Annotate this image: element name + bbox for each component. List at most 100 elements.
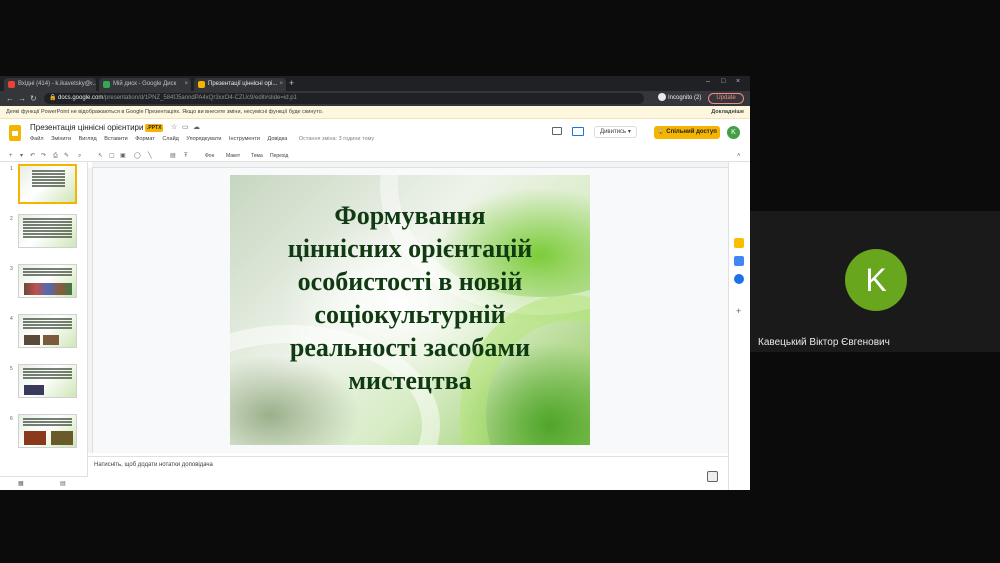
minimize-button[interactable]: – (706, 78, 710, 85)
share-button[interactable]: 🔒 Спільний доступ (654, 126, 720, 139)
move-folder-icon[interactable]: ▭ (182, 123, 189, 131)
url-input[interactable]: 🔒 docs.google.com/presentation/d/1PNZ_58… (44, 93, 644, 104)
keep-icon[interactable] (734, 238, 744, 248)
menu-insert[interactable]: Вставити (104, 136, 128, 142)
doc-header: Презентація ціннісні орієнтири 21 .PPTX … (0, 119, 750, 150)
redo-icon[interactable]: ↷ (41, 151, 46, 161)
watch-button[interactable]: Дивитись ▾ (594, 126, 637, 138)
update-button[interactable]: Update (708, 93, 744, 104)
slide-thumbnail[interactable] (18, 264, 77, 298)
menu-file[interactable]: Файл (30, 136, 44, 142)
doc-title[interactable]: Презентація ціннісні орієнтири 21 (30, 123, 155, 132)
print-icon[interactable]: ⎙ (53, 151, 58, 161)
panel-footer: ▦ ▤ (0, 476, 88, 490)
menu-format[interactable]: Формат (135, 136, 155, 142)
menu-tools[interactable]: Інструменти (229, 136, 260, 142)
present-icon[interactable] (572, 127, 584, 136)
close-icon[interactable]: × (184, 78, 188, 91)
maximize-button[interactable]: □ (721, 78, 725, 85)
file-type-badge: .PPTX (145, 124, 164, 132)
drive-icon (103, 81, 110, 88)
comment-add-icon[interactable]: ▤ (170, 151, 176, 161)
layout-button[interactable]: Макет (226, 151, 240, 161)
text-box-icon[interactable]: ▢ (109, 151, 115, 161)
tab-drive[interactable]: Мій диск - Google Диск × (99, 78, 191, 91)
star-icon[interactable]: ☆ (171, 123, 177, 131)
tasks-icon[interactable] (734, 256, 744, 266)
calendar-icon[interactable] (734, 274, 744, 284)
menu-bar: Файл Змінити Вигляд Вставити Формат Слай… (30, 136, 380, 142)
thumbnail-number: 3 (10, 266, 13, 272)
forward-icon[interactable]: → (18, 93, 26, 104)
speaker-notes[interactable]: Натисніть, щоб додати нотатки доповідача (88, 456, 728, 490)
url-text: docs.google.com/presentation/d/1PNZ_584f… (58, 95, 297, 101)
thumbnail-image (24, 431, 46, 445)
address-bar-row: ← → ↻ 🔒 docs.google.com/presentation/d/1… (0, 91, 750, 106)
theme-button[interactable]: Тема (251, 151, 263, 161)
menu-help[interactable]: Довідка (268, 136, 288, 142)
participant-name: Кавецький Віктор Євгенович (758, 337, 890, 348)
close-icon[interactable]: × (89, 78, 93, 91)
gmail-icon (8, 81, 15, 88)
lock-icon: 🔒 (49, 95, 57, 101)
reload-icon[interactable]: ↻ (30, 93, 37, 104)
slide-thumbnail[interactable] (18, 414, 77, 448)
slide-thumbnail[interactable] (18, 364, 77, 398)
tab-label: Вхідні (414) - k.ikavetsky@... (18, 81, 96, 87)
thumbnail-number: 1 (10, 166, 13, 172)
incognito-indicator[interactable]: Incognito (2) (658, 93, 701, 104)
compatibility-infobar: Деякі функції PowerPoint не відображають… (0, 106, 750, 119)
thumbnail-number: 2 (10, 216, 13, 222)
participant-tile[interactable]: K Кавецький Віктор Євгенович (750, 211, 1000, 352)
dropdown-icon[interactable]: ▾ (20, 151, 23, 161)
comments-icon[interactable] (552, 127, 562, 135)
thumbnail-image (24, 385, 44, 395)
side-panel: + › (728, 162, 750, 490)
explore-icon[interactable] (707, 471, 718, 482)
undo-icon[interactable]: ↶ (30, 151, 35, 161)
text-format-icon[interactable]: Ŧ (184, 151, 188, 161)
current-slide[interactable]: Формування ціннісних орієнтацій особисто… (230, 175, 590, 445)
shape-icon[interactable]: ◯ (134, 151, 141, 161)
details-link[interactable]: Докладніше (711, 106, 744, 119)
tab-presentation[interactable]: Презентації ціннісні орі... × (194, 78, 286, 91)
thumbnail-image (24, 335, 40, 345)
slide-thumbnail[interactable] (18, 214, 77, 248)
paint-format-icon[interactable]: ✎ (64, 151, 69, 161)
slide-thumbnail[interactable] (18, 164, 77, 204)
back-icon[interactable]: ← (6, 93, 14, 104)
meeting-stage: Вхідні (414) - k.ikavetsky@... × Мій дис… (0, 0, 1000, 563)
new-slide-icon[interactable]: + (9, 151, 13, 161)
cloud-status-icon: ☁ (193, 124, 200, 131)
menu-view[interactable]: Вигляд (79, 136, 97, 142)
close-window-button[interactable]: × (736, 78, 740, 85)
transition-button[interactable]: Перехід (270, 151, 288, 161)
last-edit-link[interactable]: Остання зміна: 3 години тому (299, 136, 374, 142)
thumbnail-number: 4 (10, 316, 13, 322)
thumbnail-image (43, 335, 59, 345)
participant-avatar: K (845, 249, 907, 311)
select-icon[interactable]: ↖ (98, 151, 103, 161)
collapse-toolbar-icon[interactable]: ˄ (737, 151, 741, 161)
list-view-icon[interactable]: ▤ (60, 479, 66, 489)
add-addon-icon[interactable]: + (736, 306, 741, 316)
image-icon[interactable]: ▣ (120, 151, 126, 161)
account-avatar[interactable]: K (727, 126, 740, 139)
thumbnail-image (24, 283, 72, 295)
menu-arrange[interactable]: Упорядкувати (186, 136, 221, 142)
line-icon[interactable]: ╲ (148, 151, 152, 161)
new-tab-button[interactable]: + (289, 77, 294, 90)
thumbnail-image (51, 431, 73, 445)
tab-gmail[interactable]: Вхідні (414) - k.ikavetsky@... × (4, 78, 96, 91)
slide-thumbnail[interactable] (18, 314, 77, 348)
browser-tab-bar: Вхідні (414) - k.ikavetsky@... × Мій дис… (0, 76, 750, 91)
grid-view-icon[interactable]: ▦ (18, 479, 24, 489)
menu-slide[interactable]: Слайд (162, 136, 179, 142)
close-icon[interactable]: × (279, 78, 283, 91)
background-button[interactable]: Фон (205, 151, 214, 161)
zoom-icon[interactable]: ⌕ (78, 151, 81, 161)
notes-placeholder: Натисніть, щоб додати нотатки доповідача (94, 462, 213, 468)
menu-edit[interactable]: Змінити (51, 136, 71, 142)
slide-title: Формування ціннісних орієнтацій особисто… (287, 201, 533, 395)
slides-logo-icon[interactable] (9, 125, 21, 141)
